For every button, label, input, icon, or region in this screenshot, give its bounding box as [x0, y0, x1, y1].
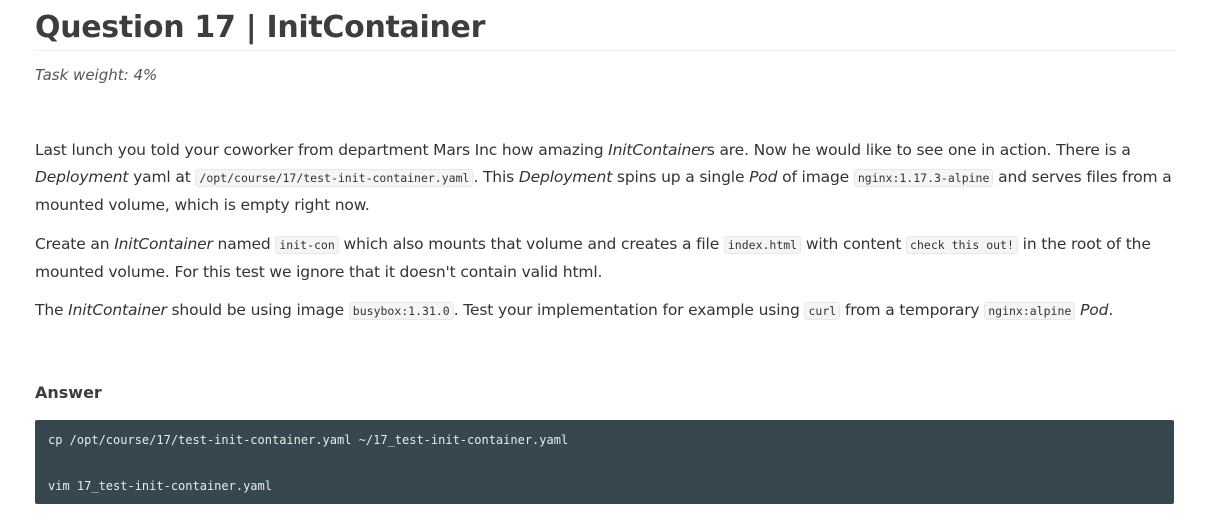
term-initcontainer: InitContainer: [68, 301, 167, 319]
text: spins up a single: [612, 168, 750, 186]
code-curl: curl: [804, 302, 841, 320]
code-line: vim 17_test-init-container.yaml: [48, 479, 272, 493]
text: of image: [777, 168, 854, 186]
term-pod: Pod: [749, 168, 778, 186]
code-nginx-image: nginx:1.17.3-alpine: [853, 169, 994, 187]
text: with content: [801, 235, 907, 253]
page: Question 17 | InitContainer Task weight:…: [0, 0, 1213, 520]
task-weight: Task weight: 4%: [35, 66, 158, 84]
code-index-html: index.html: [723, 236, 802, 254]
answer-heading: Answer: [35, 383, 102, 402]
text: Last lunch you told your coworker from d…: [35, 141, 609, 159]
term-initcontainer: InitContainer: [608, 141, 707, 159]
term-deployment: Deployment: [35, 168, 129, 186]
answer-code-block[interactable]: cp /opt/course/17/test-init-container.ya…: [35, 420, 1174, 504]
text: should be using image: [166, 301, 349, 319]
code-line: cp /opt/course/17/test-init-container.ya…: [48, 433, 569, 447]
text: .: [1108, 301, 1114, 319]
text: . This: [473, 168, 519, 186]
task-description-paragraph-3: The InitContainer should be using image …: [35, 297, 1175, 325]
text: . Test your implementation for example u…: [453, 301, 805, 319]
text: named: [212, 235, 276, 253]
page-title: Question 17 | InitContainer: [35, 8, 1175, 51]
term-pod: Pod: [1080, 301, 1109, 319]
task-description-paragraph-1: Last lunch you told your coworker from d…: [35, 137, 1175, 219]
text: yaml at: [128, 168, 196, 186]
code-content: check this out!: [906, 236, 1018, 254]
code-nginx-alpine: nginx:alpine: [984, 302, 1076, 320]
text: The: [35, 301, 69, 319]
code-busybox-image: busybox:1.31.0: [348, 302, 454, 320]
text: Create an: [35, 235, 115, 253]
text: from a temporary: [840, 301, 985, 319]
term-initcontainer: InitContainer: [114, 235, 213, 253]
code-init-con: init-con: [275, 236, 339, 254]
text: which also mounts that volume and create…: [338, 235, 724, 253]
code-yaml-path: /opt/course/17/test-init-container.yaml: [195, 169, 474, 187]
text: s are. Now he would like to see one in a…: [706, 141, 1131, 159]
term-deployment: Deployment: [518, 168, 613, 186]
task-description-paragraph-2: Create an InitContainer named init-con w…: [35, 231, 1175, 286]
